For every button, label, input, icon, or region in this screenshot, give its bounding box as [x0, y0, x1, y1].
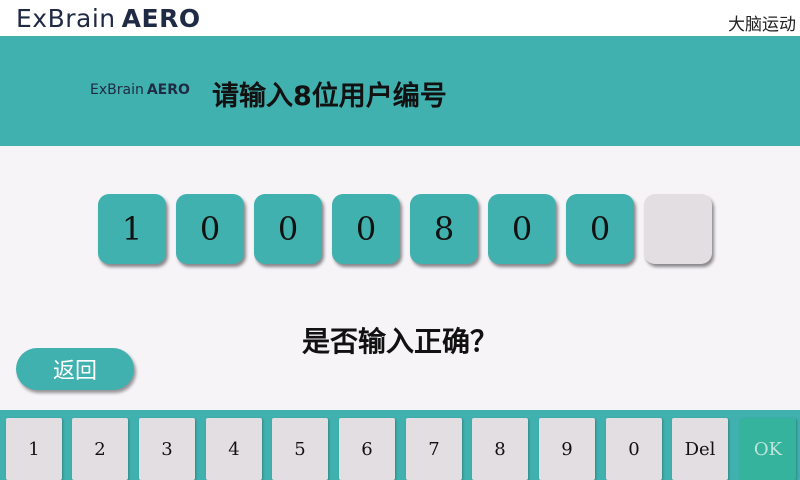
key-8[interactable]: 8 [472, 418, 528, 480]
user-id-digits: 1 0 0 0 8 0 0 [98, 194, 712, 264]
top-bar: ExBrain AERO 大脑运动 [0, 0, 800, 36]
banner-logo-word: ExBrain [90, 82, 144, 98]
digit-box-3: 0 [254, 194, 322, 264]
title-banner: ExBrain AERO 请输入8位用户编号 [0, 36, 800, 146]
key-9[interactable]: 9 [539, 418, 595, 480]
digit-box-7: 0 [566, 194, 634, 264]
back-button[interactable]: 返回 [16, 348, 134, 390]
app-name: 大脑运动 [728, 15, 796, 35]
banner-logo: ExBrain AERO [90, 82, 190, 98]
key-5[interactable]: 5 [272, 418, 328, 480]
banner-logo-bold: AERO [146, 82, 190, 98]
digit-box-8 [644, 194, 712, 264]
number-keypad: 1 2 3 4 5 6 7 8 9 0 Del OK [0, 410, 800, 480]
digit-box-6: 0 [488, 194, 556, 264]
key-0[interactable]: 0 [606, 418, 662, 480]
page-title: 请输入8位用户编号 [212, 81, 447, 112]
exbrain-aero-logo: ExBrain AERO [16, 4, 201, 34]
key-1[interactable]: 1 [6, 418, 62, 480]
logo-bold: AERO [121, 4, 201, 33]
digit-box-4: 0 [332, 194, 400, 264]
key-3[interactable]: 3 [139, 418, 195, 480]
ok-key[interactable]: OK [740, 418, 796, 480]
digit-box-1: 1 [98, 194, 166, 264]
key-2[interactable]: 2 [72, 418, 128, 480]
digit-box-2: 0 [176, 194, 244, 264]
delete-key[interactable]: Del [672, 418, 728, 480]
logo-word: ExBrain [16, 4, 116, 33]
key-6[interactable]: 6 [339, 418, 395, 480]
key-4[interactable]: 4 [206, 418, 262, 480]
key-7[interactable]: 7 [406, 418, 462, 480]
digit-box-5: 8 [410, 194, 478, 264]
